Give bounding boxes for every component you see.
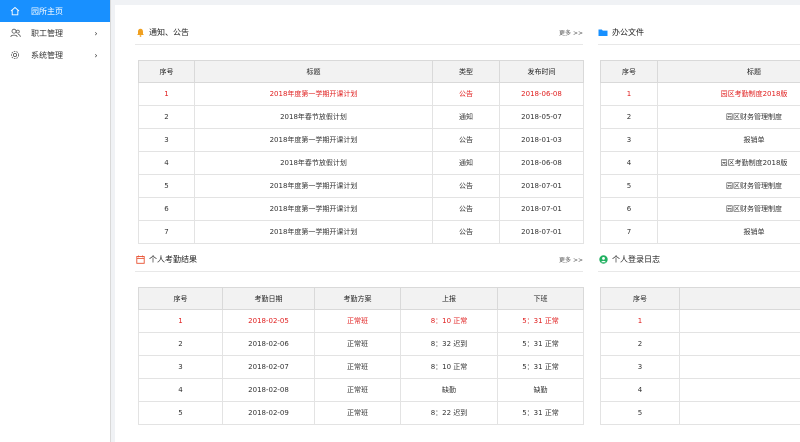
file-title-link[interactable]: 园区财务管理制度 xyxy=(657,105,800,129)
col-header: 序号 xyxy=(600,287,680,310)
sidebar-item-label: 园所主页 xyxy=(31,6,63,16)
attendance-section: 个人考勤结果 更多 >> xyxy=(135,248,583,272)
table-row[interactable]: 7 报销单 xyxy=(600,220,800,244)
col-header: 序号 xyxy=(138,287,223,310)
col-header: 考勤方案 xyxy=(314,287,401,310)
folder-icon xyxy=(598,28,608,38)
office-header: 办公文件 xyxy=(598,21,800,45)
attendance-header: 个人考勤结果 更多 >> xyxy=(135,248,583,272)
col-header: 考勤日期 xyxy=(222,287,315,310)
gear-icon xyxy=(9,49,21,61)
table-row: 12018-02-0 xyxy=(600,309,800,333)
col-header: 序号 xyxy=(138,60,195,83)
notices-table: 序号 标题 类型 发布时间 1 2018年度第一学期开课计划 公告 2018-06-0… xyxy=(138,60,584,244)
file-title-link[interactable]: 报销单 xyxy=(657,220,800,244)
col-header: 序号 xyxy=(600,60,658,83)
table-row[interactable]: 6 2018年度第一学期开课计划 公告 2018-07-01 xyxy=(138,197,584,221)
office-section: 办公文件 xyxy=(598,21,800,45)
notice-title-link[interactable]: 2018年度第一学期开课计划 xyxy=(194,220,433,244)
table-row: 32018-02-0 xyxy=(600,355,800,379)
login-log-title: 个人登录日志 xyxy=(612,255,660,264)
notice-title-link[interactable]: 2018年度第一学期开课计划 xyxy=(194,197,433,221)
notice-title-link[interactable]: 2018年春节放假计划 xyxy=(194,151,433,175)
calendar-icon xyxy=(135,255,145,265)
main-content: 通知、公告 更多 >> 序号 标题 类型 发布时间 1 2018年度第一学期开课计… xyxy=(115,5,800,442)
sidebar-item-label: 职工管理 xyxy=(31,28,63,38)
table-row[interactable]: 2 园区财务管理制度 xyxy=(600,105,800,129)
table-row[interactable]: 4 园区考勤制度2018版 xyxy=(600,151,800,175)
attendance-more-link[interactable]: 更多 >> xyxy=(559,255,583,264)
notices-header: 通知、公告 更多 >> xyxy=(135,21,583,45)
login-log-header: 个人登录日志 xyxy=(598,248,800,272)
login-log-table: 序号 时间 12018-02-0 22018-02-0 32018-02-0 4… xyxy=(600,287,800,425)
table-row[interactable]: 1 2018年度第一学期开课计划 公告 2018-06-08 xyxy=(138,82,584,106)
table-row: 22018-02-0 xyxy=(600,332,800,356)
col-header: 标题 xyxy=(657,60,800,83)
file-title-link[interactable]: 园区考勤制度2018版 xyxy=(657,82,800,106)
file-title-link[interactable]: 园区考勤制度2018版 xyxy=(657,151,800,175)
table-row: 42018-02-0 xyxy=(600,378,800,402)
table-row[interactable]: 2 2018-02-06 正常班 8：32 迟到 5：31 正常 xyxy=(138,332,584,356)
chevron-right-icon: › xyxy=(94,28,98,38)
col-header: 发布时间 xyxy=(499,60,584,83)
file-title-link[interactable]: 园区财务管理制度 xyxy=(657,174,800,198)
table-row[interactable]: 1 园区考勤制度2018版 xyxy=(600,82,800,106)
table-row[interactable]: 3 2018年度第一学期开课计划 公告 2018-01-03 xyxy=(138,128,584,152)
table-row[interactable]: 5 2018年度第一学期开课计划 公告 2018-07-01 xyxy=(138,174,584,198)
sidebar-item-label: 系统管理 xyxy=(31,50,63,60)
table-row[interactable]: 5 2018-02-09 正常班 8：22 迟到 5：31 正常 xyxy=(138,401,584,425)
attendance-title: 个人考勤结果 xyxy=(149,255,197,264)
col-header: 类型 xyxy=(432,60,500,83)
col-header: 时间 xyxy=(679,287,800,310)
file-title-link[interactable]: 园区财务管理制度 xyxy=(657,197,800,221)
users-icon xyxy=(9,27,21,39)
notice-title-link[interactable]: 2018年度第一学期开课计划 xyxy=(194,128,433,152)
notices-title: 通知、公告 xyxy=(149,28,189,37)
notice-title-link[interactable]: 2018年春节放假计划 xyxy=(194,105,433,129)
login-log-section: 个人登录日志 xyxy=(598,248,800,272)
table-row[interactable]: 3 2018-02-07 正常班 8：10 正常 5：31 正常 xyxy=(138,355,584,379)
table-row[interactable]: 4 2018年春节放假计划 通知 2018-06-08 xyxy=(138,151,584,175)
col-header: 标题 xyxy=(194,60,433,83)
notices-more-link[interactable]: 更多 >> xyxy=(559,28,583,37)
table-row[interactable]: 6 园区财务管理制度 xyxy=(600,197,800,221)
office-title: 办公文件 xyxy=(612,28,644,37)
home-icon xyxy=(9,5,21,17)
table-row[interactable]: 5 园区财务管理制度 xyxy=(600,174,800,198)
sidebar-item-system[interactable]: 系统管理 › xyxy=(0,44,110,66)
table-row: 52018-02-0 xyxy=(600,401,800,425)
attendance-table: 序号 考勤日期 考勤方案 上报 下班 1 2018-02-05 正常班 8：10 正常… xyxy=(138,287,584,425)
file-title-link[interactable]: 报销单 xyxy=(657,128,800,152)
table-row[interactable]: 2 2018年春节放假计划 通知 2018-05-07 xyxy=(138,105,584,129)
col-header: 上报 xyxy=(400,287,498,310)
notices-section: 通知、公告 更多 >> xyxy=(135,21,583,45)
user-icon xyxy=(598,255,608,265)
chevron-right-icon: › xyxy=(94,50,98,60)
sidebar-item-home[interactable]: 园所主页 xyxy=(0,0,110,22)
office-table: 序号 标题 1 园区考勤制度2018版 2 园区财务管理制度 3 报销单 4 园区考勤制… xyxy=(600,60,800,244)
table-row[interactable]: 3 报销单 xyxy=(600,128,800,152)
col-header: 下班 xyxy=(497,287,584,310)
sidebar-item-staff[interactable]: 职工管理 › xyxy=(0,22,110,44)
table-row[interactable]: 4 2018-02-08 正常班 缺勤 缺勤 xyxy=(138,378,584,402)
table-row[interactable]: 1 2018-02-05 正常班 8：10 正常 5：31 正常 xyxy=(138,309,584,333)
notice-title-link[interactable]: 2018年度第一学期开课计划 xyxy=(194,82,433,106)
bell-icon xyxy=(135,28,145,38)
table-row[interactable]: 7 2018年度第一学期开课计划 公告 2018-07-01 xyxy=(138,220,584,244)
sidebar: 园所主页 职工管理 › 系统管理 › xyxy=(0,0,111,442)
notice-title-link[interactable]: 2018年度第一学期开课计划 xyxy=(194,174,433,198)
